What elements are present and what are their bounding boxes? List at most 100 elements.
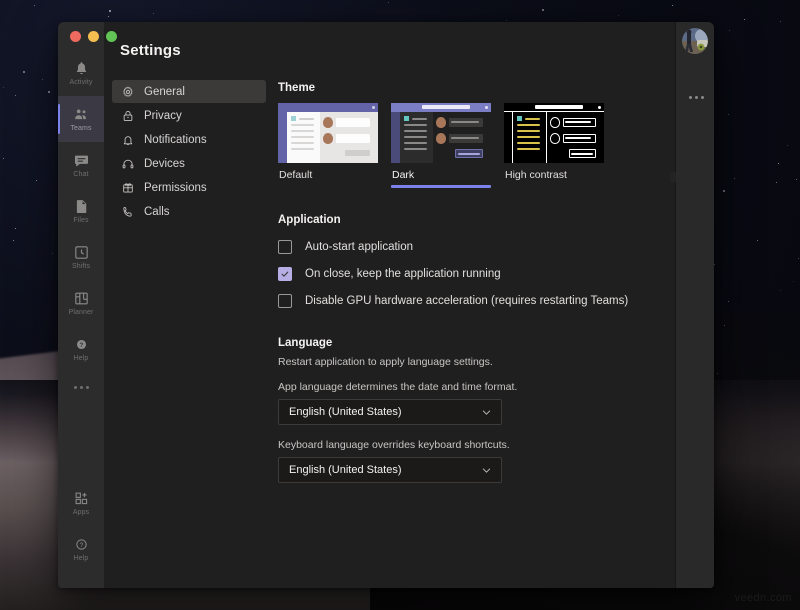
theme-options: Default xyxy=(278,103,690,188)
star xyxy=(3,158,4,159)
star xyxy=(48,91,50,93)
sidebar-item-label: Privacy xyxy=(144,110,182,122)
theme-option-dark[interactable]: Dark xyxy=(391,103,491,188)
bell-icon xyxy=(121,133,135,147)
theme-selected-underline xyxy=(391,185,491,188)
sidebar-item-permissions[interactable]: Permissions xyxy=(112,176,266,199)
settings-panes: General Privacy Notifications xyxy=(104,78,714,588)
permissions-icon xyxy=(121,181,135,195)
star xyxy=(542,9,544,11)
rail-item-help[interactable]: ? Help xyxy=(58,326,104,372)
checkbox-row-auto-start[interactable]: Auto-start application xyxy=(278,235,690,259)
file-icon xyxy=(73,198,90,215)
rail-item-planner[interactable]: Planner xyxy=(58,280,104,326)
star xyxy=(780,290,781,291)
star xyxy=(506,20,507,21)
app-rail: Activity Teams Chat Files xyxy=(58,22,104,588)
checkbox-auto-start[interactable] xyxy=(278,240,292,254)
keyboard-language-label: Keyboard language overrides keyboard sho… xyxy=(278,439,690,451)
rail-label: Help xyxy=(74,354,89,363)
star xyxy=(618,15,619,16)
chevron-down-icon xyxy=(481,407,492,418)
sidebar-item-general[interactable]: General xyxy=(112,80,266,103)
rail-item-activity[interactable]: Activity xyxy=(58,50,104,96)
rail-item-chat[interactable]: Chat xyxy=(58,142,104,188)
star xyxy=(798,258,799,259)
window-traffic-lights[interactable] xyxy=(70,31,117,42)
star xyxy=(42,79,43,80)
headset-icon xyxy=(121,157,135,171)
theme-selected-underline xyxy=(504,185,604,188)
rail-label: Activity xyxy=(70,78,93,87)
star xyxy=(36,180,37,181)
rail-label: Help xyxy=(74,554,89,563)
sidebar-item-label: Notifications xyxy=(144,134,207,146)
star xyxy=(778,163,779,164)
app-language-select[interactable]: English (United States) xyxy=(278,399,502,425)
rail-label: Teams xyxy=(70,124,91,133)
star xyxy=(153,13,154,14)
planner-icon xyxy=(73,290,90,307)
checkbox-row-keep-running[interactable]: On close, keep the application running xyxy=(278,262,690,286)
avatar[interactable] xyxy=(682,28,708,54)
apps-icon xyxy=(73,490,90,507)
star xyxy=(734,178,735,179)
more-horizontal-icon[interactable] xyxy=(689,96,704,99)
settings-nav: General Privacy Notifications xyxy=(104,78,274,588)
svg-text:?: ? xyxy=(79,342,83,348)
star xyxy=(23,71,25,73)
rail-item-teams[interactable]: Teams xyxy=(58,96,104,142)
rail-item-apps[interactable]: Apps xyxy=(58,480,104,526)
rail-label: Files xyxy=(73,216,88,225)
star xyxy=(108,16,109,17)
help-circle-icon: ? xyxy=(73,336,90,353)
theme-option-default[interactable]: Default xyxy=(278,103,378,188)
settings-panel: Settings General xyxy=(104,22,714,588)
app-language-value: English (United States) xyxy=(289,406,402,418)
rail-more-button[interactable] xyxy=(58,372,104,402)
sidebar-item-calls[interactable]: Calls xyxy=(112,200,266,223)
star xyxy=(13,240,14,241)
checkbox-disable-gpu[interactable] xyxy=(278,294,292,308)
gear-icon xyxy=(121,85,135,99)
settings-content: Theme xyxy=(274,78,714,588)
checkbox-keep-running[interactable] xyxy=(278,267,292,281)
theme-selected-underline xyxy=(278,185,378,188)
checkbox-label: Disable GPU hardware acceleration (requi… xyxy=(305,295,628,307)
watermark: veedn.com xyxy=(735,592,792,604)
more-horizontal-icon xyxy=(86,386,89,389)
star xyxy=(388,2,389,3)
svg-text:?: ? xyxy=(79,541,83,548)
rail-item-shifts[interactable]: Shifts xyxy=(58,234,104,280)
sidebar-item-privacy[interactable]: Privacy xyxy=(112,104,266,127)
window-zoom-button[interactable] xyxy=(106,31,117,42)
checkbox-row-disable-gpu[interactable]: Disable GPU hardware acceleration (requi… xyxy=(278,289,690,313)
window-close-button[interactable] xyxy=(70,31,81,42)
keyboard-language-select[interactable]: English (United States) xyxy=(278,457,502,483)
theme-label: High contrast xyxy=(504,169,604,181)
rail-item-help-bottom[interactable]: ? Help xyxy=(58,526,104,572)
window-minimize-button[interactable] xyxy=(88,31,99,42)
sidebar-item-devices[interactable]: Devices xyxy=(112,152,266,175)
star xyxy=(728,114,729,115)
sidebar-item-notifications[interactable]: Notifications xyxy=(112,128,266,151)
star xyxy=(109,10,111,12)
settings-titlebar: Settings xyxy=(104,22,714,78)
checkbox-label: On close, keep the application running xyxy=(305,268,501,280)
app-language-label: App language determines the date and tim… xyxy=(278,381,690,393)
strip-divider xyxy=(670,172,676,182)
theme-label: Dark xyxy=(391,169,491,181)
help-circle-icon: ? xyxy=(73,536,90,553)
rail-label: Apps xyxy=(73,508,89,517)
desktop-background: veedn.com Activity Teams xyxy=(0,0,800,610)
rail-item-files[interactable]: Files xyxy=(58,188,104,234)
teams-right-strip xyxy=(676,22,714,588)
section-title-language: Language xyxy=(278,337,690,349)
star xyxy=(776,182,777,183)
theme-thumbnail-dark xyxy=(391,103,491,163)
theme-option-high-contrast[interactable]: High contrast xyxy=(504,103,604,188)
star xyxy=(714,264,715,265)
chevron-down-icon xyxy=(481,465,492,476)
star xyxy=(52,253,53,254)
star xyxy=(744,19,745,20)
